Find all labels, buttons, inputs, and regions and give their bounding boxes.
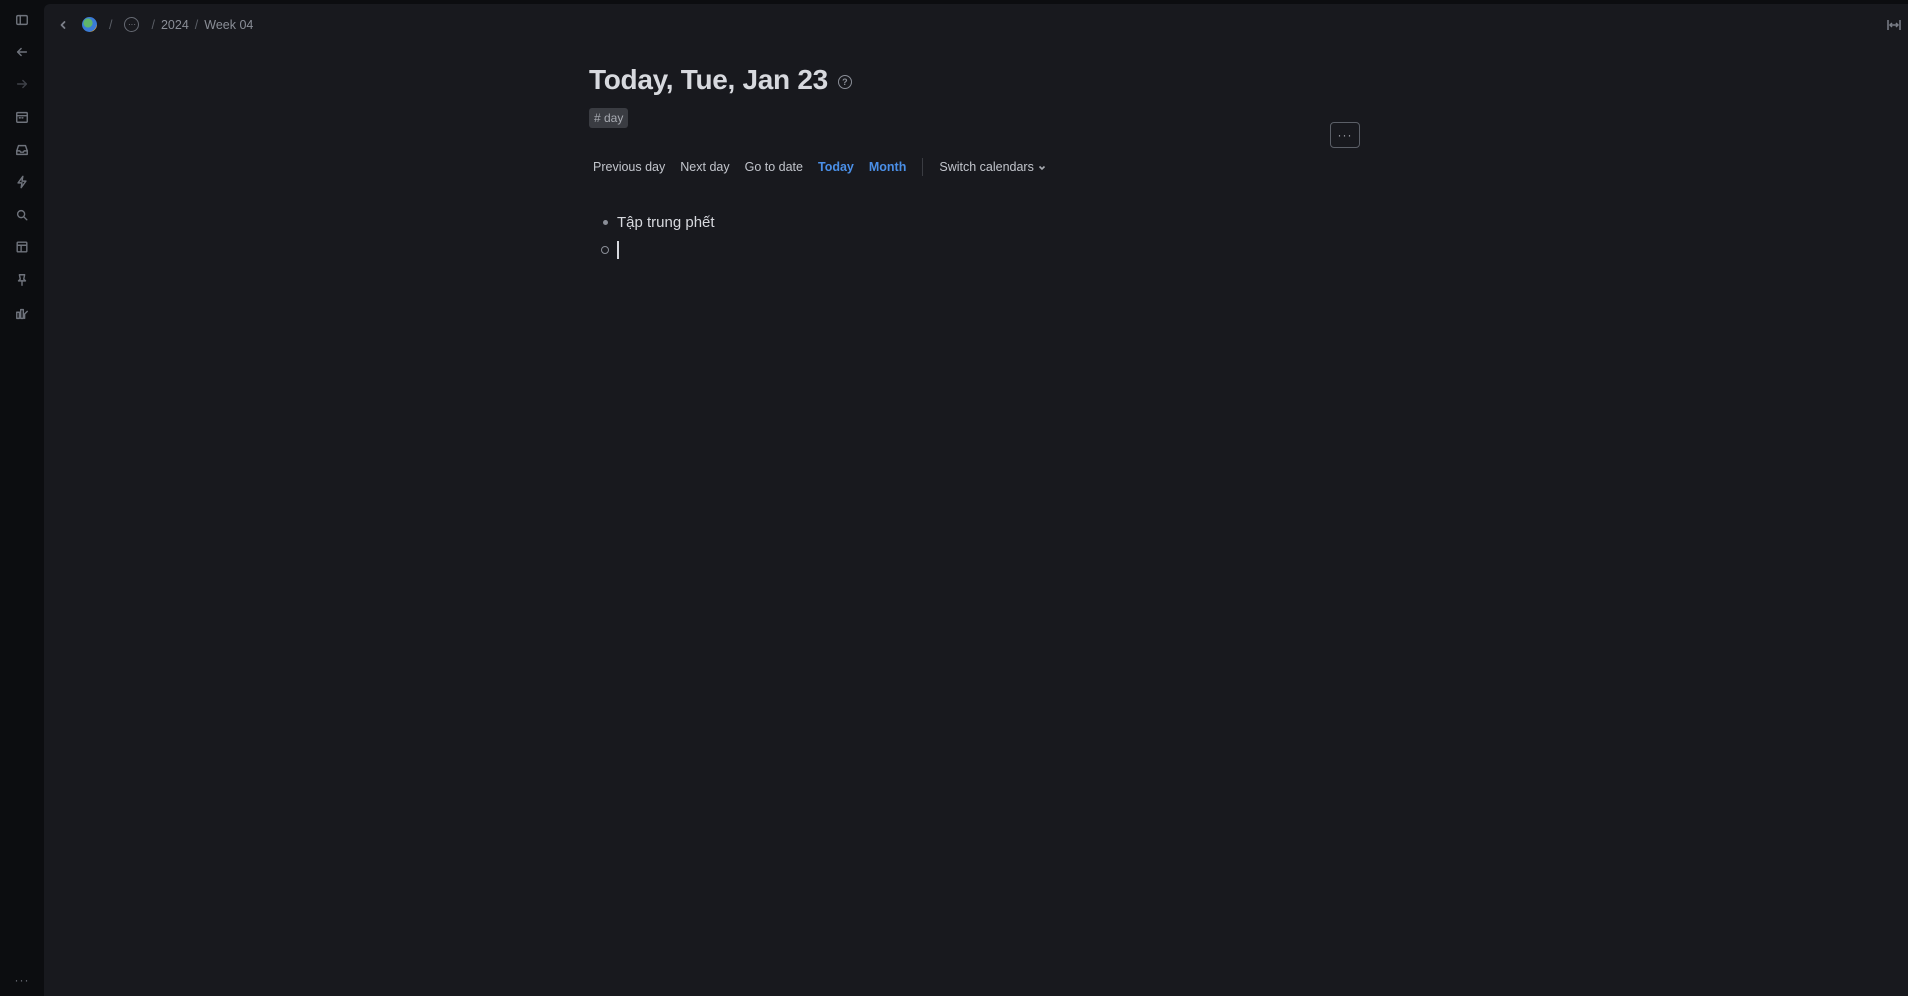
journal-nav: Previous day Next day Go to date Today M… <box>593 158 1046 176</box>
ellipsis-icon[interactable]: ··· <box>124 17 140 32</box>
list-item[interactable]: Tập trung phết <box>597 208 1297 236</box>
month-button[interactable]: Month <box>869 160 906 174</box>
today-button[interactable]: Today <box>818 160 854 174</box>
block-text[interactable]: Tập trung phết <box>617 214 715 231</box>
document: Today, Tue, Jan 23 ? # day ··· Previous … <box>589 64 1389 259</box>
left-rail: ··· <box>0 0 44 996</box>
breadcrumb-separator: / <box>151 17 155 32</box>
page-title[interactable]: Today, Tue, Jan 23 <box>589 64 828 96</box>
previous-day-button[interactable]: Previous day <box>593 160 665 174</box>
page-more-button[interactable]: ··· <box>1330 122 1360 148</box>
title-row: Today, Tue, Jan 23 ? <box>589 64 1389 96</box>
breadcrumb-separator: / <box>194 17 199 32</box>
breadcrumb: / ··· / 2024 / Week 04 <box>82 17 253 32</box>
expand-width-icon[interactable] <box>1886 18 1902 32</box>
pin-icon[interactable] <box>12 270 32 290</box>
go-to-date-button[interactable]: Go to date <box>745 160 803 174</box>
help-icon[interactable]: ? <box>837 75 852 89</box>
switch-calendars-label: Switch calendars <box>939 160 1034 174</box>
globe-icon[interactable] <box>82 17 97 32</box>
text-cursor <box>617 241 619 259</box>
switch-calendars-button[interactable]: Switch calendars <box>939 160 1046 174</box>
calendar-icon[interactable] <box>12 107 32 127</box>
sidebar-toggle-icon[interactable] <box>12 10 32 30</box>
breadcrumb-separator: / <box>109 17 113 32</box>
bullet-dot-icon[interactable] <box>597 219 613 225</box>
list-item[interactable] <box>597 236 1297 264</box>
layout-icon[interactable] <box>12 237 32 257</box>
breadcrumb-item-week[interactable]: Week 04 <box>204 18 253 32</box>
chevron-down-icon <box>1038 165 1045 171</box>
more-icon[interactable]: ··· <box>12 974 32 989</box>
main-panel: / ··· / 2024 / Week 04 Today, Tue, Jan 2… <box>44 4 1908 996</box>
top-bar: / ··· / 2024 / Week 04 <box>44 4 1908 44</box>
arrow-right-icon[interactable] <box>12 74 32 94</box>
lightning-icon[interactable] <box>12 172 32 192</box>
inbox-icon[interactable] <box>12 140 32 160</box>
day-tag[interactable]: # day <box>589 108 629 128</box>
breadcrumb-item-year[interactable]: 2024 <box>161 18 189 32</box>
graph-icon[interactable] <box>12 304 32 324</box>
arrow-left-icon[interactable] <box>12 42 32 62</box>
block-list: Tập trung phết <box>597 208 1297 264</box>
chevron-left-icon[interactable] <box>56 18 70 32</box>
nav-divider <box>922 158 924 176</box>
next-day-button[interactable]: Next day <box>680 160 729 174</box>
search-icon[interactable] <box>12 205 32 225</box>
bullet-circle-icon[interactable] <box>597 246 613 254</box>
